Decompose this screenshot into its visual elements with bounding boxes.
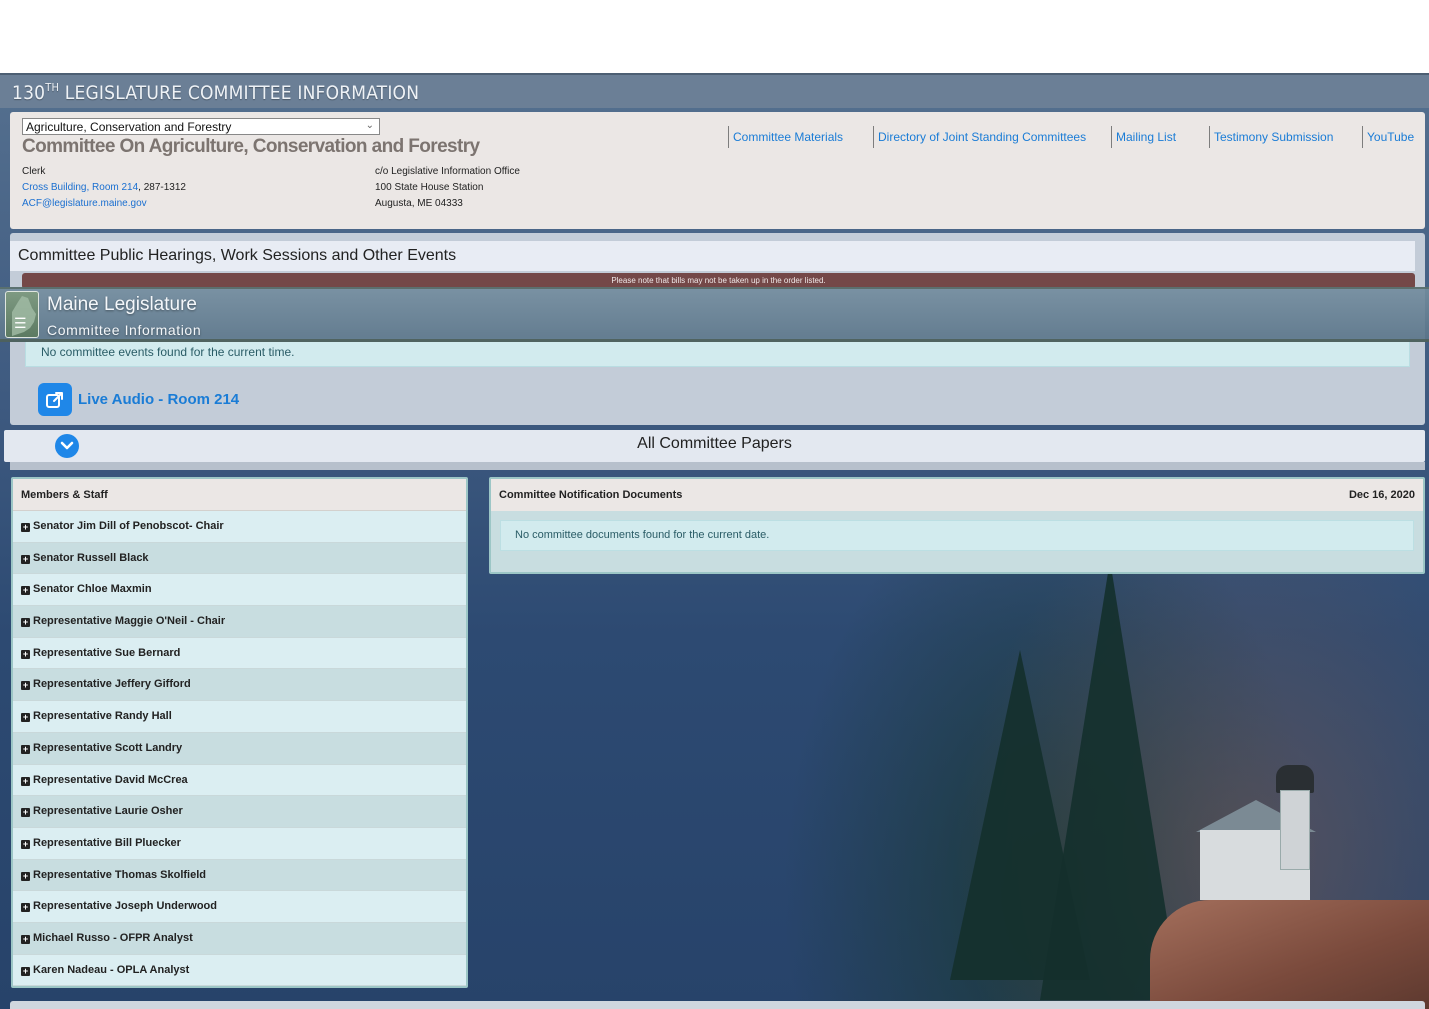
title-band: 130TH LEGISLATURE COMMITTEE INFORMATION — [0, 73, 1429, 108]
member-row[interactable]: + Karen Nadeau - OPLA Analyst — [13, 954, 466, 987]
committee-select[interactable]: Agriculture, Conservation and Forestry ⌄ — [22, 118, 380, 135]
plus-square-icon[interactable]: + — [21, 966, 30, 976]
plus-square-icon[interactable]: + — [21, 681, 30, 691]
member-list: + Senator Jim Dill of Penobscot- Chair + Se… — [13, 511, 466, 987]
member-name[interactable]: Senator Chloe Maxmin — [33, 583, 152, 595]
documents-heading: Committee Notification Documents — [499, 489, 683, 501]
email-link[interactable]: ACF@legislature.maine.gov — [22, 198, 147, 209]
member-row[interactable]: + Representative Bill Pluecker — [13, 827, 466, 860]
plus-square-icon[interactable]: + — [21, 871, 30, 881]
site-subtitle: Committee Information — [47, 322, 202, 338]
member-name[interactable]: Karen Nadeau - OPLA Analyst — [33, 964, 189, 976]
member-name[interactable]: Representative Scott Landry — [33, 742, 182, 754]
footer-strip — [10, 1001, 1425, 1009]
clerk-phone: , 287-1312 — [138, 182, 186, 193]
member-name[interactable]: Representative Thomas Skolfield — [33, 869, 206, 881]
committee-materials-link[interactable]: Committee Materials — [728, 126, 843, 148]
events-heading: Committee Public Hearings, Work Sessions… — [10, 241, 1415, 271]
member-row[interactable]: + Senator Russell Black — [13, 542, 466, 575]
committee-papers-toggle[interactable]: All Committee Papers — [4, 430, 1425, 462]
member-name[interactable]: Representative Maggie O'Neil - Chair — [33, 615, 225, 627]
committee-heading: Committee On Agriculture, Conservation a… — [22, 136, 480, 157]
plus-square-icon[interactable]: + — [21, 554, 30, 564]
committee-select-value: Agriculture, Conservation and Forestry — [26, 120, 232, 134]
member-row[interactable]: + Senator Chloe Maxmin — [13, 574, 466, 607]
member-row[interactable]: + Representative David McCrea — [13, 764, 466, 797]
divider — [10, 462, 1425, 470]
site-header: ☰ Maine Legislature Committee Informatio… — [0, 287, 1429, 342]
member-name[interactable]: Representative Sue Bernard — [33, 647, 180, 659]
plus-square-icon[interactable]: + — [21, 839, 30, 849]
member-name[interactable]: Representative Laurie Osher — [33, 805, 183, 817]
plus-square-icon[interactable]: + — [21, 808, 30, 818]
plus-square-icon[interactable]: + — [21, 523, 30, 532]
title-number: 130 — [12, 82, 46, 104]
no-documents-message: No committee documents found for the cur… — [500, 520, 1414, 551]
committee-info-card: Agriculture, Conservation and Forestry ⌄… — [10, 112, 1425, 229]
member-name[interactable]: Senator Russell Black — [33, 552, 149, 564]
chevron-down-icon: ⌄ — [365, 120, 374, 131]
plus-square-icon[interactable]: + — [21, 776, 30, 786]
member-row[interactable]: + Representative Scott Landry — [13, 732, 466, 765]
background-rocks — [1150, 900, 1429, 1009]
clerk-contact: Clerk Cross Building, Room 214, 287-1312… — [22, 164, 186, 212]
member-name[interactable]: Senator Jim Dill of Penobscot- Chair — [33, 520, 224, 532]
address-line: Augusta, ME 04333 — [375, 198, 463, 209]
plus-square-icon[interactable]: + — [21, 649, 30, 659]
member-row[interactable]: + Michael Russo - OFPR Analyst — [13, 922, 466, 955]
directory-link[interactable]: Directory of Joint Standing Committees — [873, 126, 1086, 148]
live-audio-label[interactable]: Live Audio - Room 214 — [78, 391, 239, 408]
address-line: 100 State House Station — [375, 182, 484, 193]
site-name[interactable]: Maine Legislature — [47, 294, 197, 316]
member-name[interactable]: Representative Jeffery Gifford — [33, 678, 191, 690]
member-row[interactable]: + Representative Randy Hall — [13, 701, 466, 733]
mailing-address: c/o Legislative Information Office 100 S… — [375, 164, 520, 212]
members-panel: Members & Staff + Senator Jim Dill of Pen… — [11, 477, 468, 988]
external-link-icon[interactable] — [38, 383, 72, 416]
plus-square-icon[interactable]: + — [21, 903, 30, 913]
youtube-link[interactable]: YouTube — [1362, 126, 1414, 148]
member-name[interactable]: Representative Randy Hall — [33, 710, 172, 722]
member-row[interactable]: + Representative Joseph Underwood — [13, 891, 466, 923]
hamburger-menu-icon[interactable]: ☰ — [14, 316, 28, 330]
member-row[interactable]: + Representative Thomas Skolfield — [13, 859, 466, 892]
plus-square-icon[interactable]: + — [21, 934, 30, 944]
members-heading: Members & Staff — [13, 479, 466, 511]
testimony-submission-link[interactable]: Testimony Submission — [1209, 126, 1333, 148]
member-row[interactable]: + Senator Jim Dill of Penobscot- Chair — [13, 511, 466, 543]
member-name[interactable]: Michael Russo - OFPR Analyst — [33, 932, 193, 944]
notification-documents-panel: Committee Notification Documents Dec 16,… — [489, 477, 1425, 574]
address-line: c/o Legislative Information Office — [375, 166, 520, 177]
background-lighthouse-lamp — [1276, 765, 1314, 793]
member-row[interactable]: + Representative Laurie Osher — [13, 796, 466, 828]
background-lighthouse — [1280, 790, 1310, 870]
member-row[interactable]: + Representative Sue Bernard — [13, 637, 466, 670]
plus-square-icon[interactable]: + — [21, 618, 30, 628]
member-row[interactable]: + Representative Jeffery Gifford — [13, 669, 466, 702]
member-name[interactable]: Representative Joseph Underwood — [33, 900, 217, 912]
title-suffix: TH — [45, 81, 60, 94]
clerk-label: Clerk — [22, 166, 46, 177]
plus-square-icon[interactable]: + — [21, 713, 30, 723]
location-link[interactable]: Cross Building, Room 214 — [22, 182, 138, 193]
page-title: 130TH LEGISLATURE COMMITTEE INFORMATION — [12, 81, 419, 104]
plus-square-icon[interactable]: + — [21, 744, 30, 754]
title-text: LEGISLATURE COMMITTEE INFORMATION — [59, 82, 420, 104]
documents-date: Dec 16, 2020 — [1348, 489, 1415, 501]
live-audio-link[interactable]: Live Audio - Room 214 — [38, 383, 239, 416]
mailing-list-link[interactable]: Mailing List — [1111, 126, 1176, 148]
plus-square-icon[interactable]: + — [21, 586, 30, 596]
member-name[interactable]: Representative David McCrea — [33, 774, 188, 786]
committee-papers-label: All Committee Papers — [637, 435, 792, 452]
documents-header: Committee Notification Documents Dec 16,… — [491, 479, 1423, 511]
member-row[interactable]: + Representative Maggie O'Neil - Chair — [13, 606, 466, 638]
clerk-location: Cross Building, Room 214, 287-1312 — [22, 180, 186, 196]
member-name[interactable]: Representative Bill Pluecker — [33, 837, 181, 849]
